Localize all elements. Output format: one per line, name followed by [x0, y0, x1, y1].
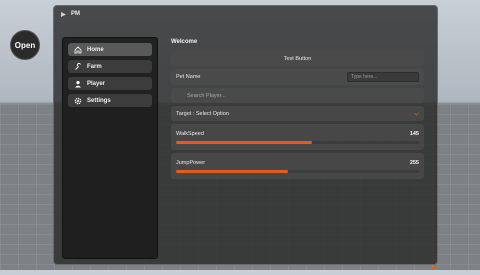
sidebar-item-label: Home [87, 46, 104, 53]
wrench-icon [73, 62, 82, 71]
search-player-input[interactable]: Search Player... [171, 88, 424, 103]
jumppower-label: JumpPower [176, 159, 206, 166]
pet-name-input[interactable]: Type here... [347, 72, 419, 82]
logo-icon [59, 10, 67, 18]
walkspeed-value: 145 [409, 130, 419, 137]
resize-handle-icon[interactable] [430, 257, 436, 270]
hub-window: PM Home Farm Player Settings Welcome Tes… [53, 5, 438, 270]
walkspeed-slider[interactable]: WalkSpeed 145 [171, 124, 424, 150]
target-dropdown-label: Target : Select Option [176, 110, 229, 117]
jumppower-fill [176, 170, 288, 173]
user-icon [73, 79, 82, 88]
jumppower-value: 255 [409, 159, 419, 166]
jumppower-track[interactable] [176, 170, 419, 173]
gear-icon [73, 96, 82, 105]
walkspeed-label: WalkSpeed [176, 130, 204, 137]
sidebar-item-home[interactable]: Home [68, 43, 152, 56]
target-dropdown[interactable]: Target : Select Option [171, 106, 424, 121]
pet-name-row: Pet Name Type here... [171, 69, 424, 85]
main-content: Welcome Test Button Pet Name Type here..… [171, 39, 424, 182]
home-icon [73, 45, 82, 54]
sidebar-item-label: Settings [87, 97, 111, 104]
jumppower-slider[interactable]: JumpPower 255 [171, 153, 424, 179]
walkspeed-track[interactable] [176, 141, 419, 144]
title-bar[interactable]: PM [54, 6, 437, 22]
sidebar-item-farm[interactable]: Farm [68, 60, 152, 73]
test-button[interactable]: Test Button [171, 51, 424, 66]
pet-name-label: Pet Name [176, 74, 201, 80]
walkspeed-fill [176, 141, 313, 144]
section-title: Welcome [171, 39, 198, 45]
sidebar-item-label: Player [87, 80, 106, 87]
sidebar-item-label: Farm [87, 63, 102, 70]
chevron-down-icon [413, 111, 419, 117]
sidebar: Home Farm Player Settings [62, 37, 158, 259]
window-title: PM [71, 11, 80, 17]
sidebar-item-settings[interactable]: Settings [68, 94, 152, 107]
sidebar-item-player[interactable]: Player [68, 77, 152, 90]
open-button[interactable]: Open [10, 30, 40, 60]
